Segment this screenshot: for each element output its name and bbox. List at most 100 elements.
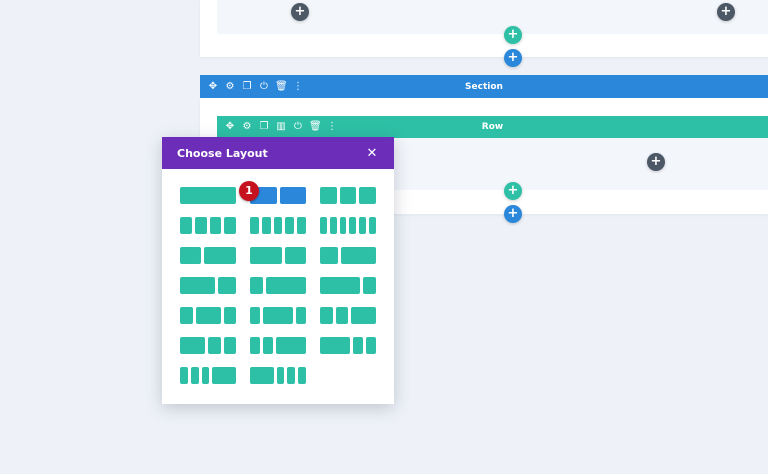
layout-column — [320, 187, 337, 204]
section-toolbar: ✥ ⚙ ❐ ⏻ 🗑 ⋮ — [200, 81, 304, 93]
add-module-button-row[interactable]: + — [647, 153, 665, 171]
layout-option-9[interactable] — [320, 247, 376, 264]
layout-column — [284, 247, 306, 264]
layout-column — [320, 337, 350, 354]
layout-column — [180, 247, 202, 264]
layout-column — [320, 217, 327, 234]
power-icon[interactable]: ⏻ — [292, 121, 304, 133]
layout-column — [329, 217, 337, 234]
layout-option-17[interactable] — [250, 337, 306, 354]
layout-option-3[interactable] — [320, 187, 376, 204]
layout-column — [212, 367, 236, 384]
layout-option-7[interactable] — [180, 247, 236, 264]
layout-column — [349, 217, 357, 234]
layout-column — [208, 337, 221, 354]
layout-column — [209, 217, 222, 234]
move-icon[interactable]: ✥ — [224, 121, 236, 133]
add-module-button-left[interactable]: + — [291, 3, 309, 21]
section-header-bar[interactable]: ✥ ⚙ ❐ ⏻ 🗑 ⋮ Section — [200, 75, 768, 98]
choose-layout-modal: Choose Layout ✕ — [162, 137, 394, 404]
layout-column — [359, 217, 367, 234]
layout-column — [320, 247, 338, 264]
layout-column — [273, 217, 283, 234]
layout-column — [351, 307, 376, 324]
add-row-button-top[interactable]: + — [504, 26, 522, 44]
layout-column — [266, 277, 306, 294]
layout-column — [250, 337, 260, 354]
layout-column — [180, 337, 205, 354]
layout-column — [261, 217, 271, 234]
layout-column — [250, 307, 260, 324]
trash-icon[interactable]: 🗑 — [275, 81, 288, 93]
layout-option-1[interactable] — [180, 187, 236, 204]
layout-column — [320, 277, 360, 294]
layout-option-20[interactable] — [250, 367, 306, 384]
layout-column — [276, 367, 285, 384]
layout-column — [190, 367, 199, 384]
layout-option-15[interactable] — [320, 307, 376, 324]
layout-column — [180, 187, 236, 204]
add-row-button[interactable]: + — [504, 182, 522, 200]
layout-option-19[interactable] — [180, 367, 236, 384]
layout-option-8[interactable] — [250, 247, 306, 264]
layout-column — [339, 217, 347, 234]
move-icon[interactable]: ✥ — [207, 81, 219, 93]
layout-option-4[interactable] — [180, 217, 236, 234]
layout-column — [298, 367, 306, 384]
layout-option-10[interactable] — [180, 277, 236, 294]
columns-icon[interactable]: ▥ — [275, 121, 287, 133]
layout-option-12[interactable] — [320, 277, 376, 294]
add-section-button[interactable]: + — [504, 205, 522, 223]
layout-column — [353, 337, 363, 354]
layout-column — [276, 337, 306, 354]
layout-column — [263, 337, 273, 354]
add-module-button-right[interactable]: + — [717, 3, 735, 21]
layout-column — [180, 277, 216, 294]
layout-column — [224, 217, 236, 234]
step-badge: 1 — [239, 181, 259, 201]
trash-icon[interactable]: 🗑 — [309, 121, 322, 133]
layout-column — [296, 307, 306, 324]
more-icon[interactable]: ⋮ — [292, 81, 304, 93]
add-section-button-top[interactable]: + — [504, 49, 522, 67]
layout-column — [340, 247, 376, 264]
layout-option-11[interactable] — [250, 277, 306, 294]
layout-column — [201, 367, 210, 384]
layout-column — [263, 307, 293, 324]
row-header-bar[interactable]: ✥ ⚙ ❐ ▥ ⏻ 🗑 ⋮ Row — [217, 116, 768, 138]
close-icon[interactable]: ✕ — [365, 146, 379, 161]
layout-column — [285, 217, 295, 234]
duplicate-icon[interactable]: ❐ — [241, 81, 253, 93]
layout-column — [320, 307, 333, 324]
more-icon[interactable]: ⋮ — [326, 121, 338, 133]
layout-column — [250, 217, 259, 234]
layout-option-18[interactable] — [320, 337, 376, 354]
power-icon[interactable]: ⏻ — [258, 81, 270, 93]
layout-column — [180, 217, 192, 234]
layout-column — [250, 367, 274, 384]
layout-column — [339, 187, 357, 204]
layout-column — [359, 187, 376, 204]
layout-option-5[interactable] — [250, 217, 306, 234]
layout-column — [218, 277, 236, 294]
layout-column — [194, 217, 207, 234]
modal-title: Choose Layout — [177, 146, 268, 160]
layout-column — [180, 367, 188, 384]
layout-column — [279, 187, 306, 204]
layout-column — [195, 307, 221, 324]
layout-option-13[interactable] — [180, 307, 236, 324]
layout-option-6[interactable] — [320, 217, 376, 234]
modal-header: Choose Layout ✕ — [162, 137, 394, 169]
row-toolbar: ✥ ⚙ ❐ ▥ ⏻ 🗑 ⋮ — [217, 121, 338, 133]
layout-column — [180, 307, 193, 324]
layout-column — [223, 307, 236, 324]
duplicate-icon[interactable]: ❐ — [258, 121, 270, 133]
layout-option-14[interactable] — [250, 307, 306, 324]
layout-column — [362, 277, 376, 294]
layout-option-16[interactable] — [180, 337, 236, 354]
gear-icon[interactable]: ⚙ — [224, 81, 236, 93]
layout-column — [335, 307, 348, 324]
gear-icon[interactable]: ⚙ — [241, 121, 253, 133]
layout-column — [287, 367, 296, 384]
layout-column — [250, 247, 282, 264]
